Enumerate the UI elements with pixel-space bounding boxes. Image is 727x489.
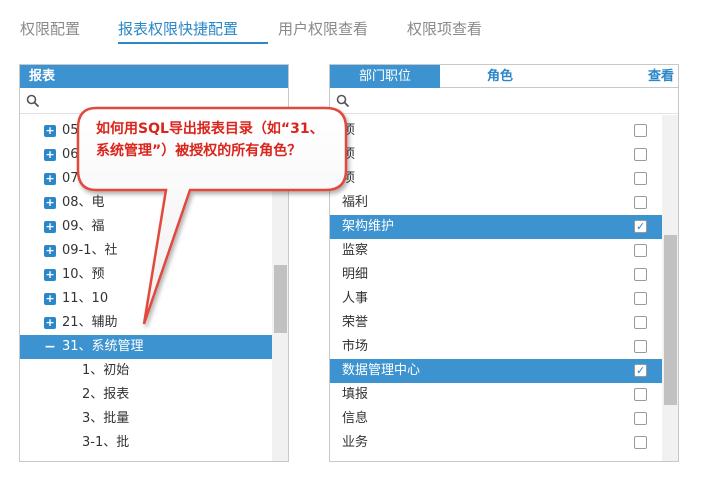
top-tab-bar: 权限配置 报表权限快捷配置 用户权限查看 权限项查看: [0, 0, 727, 48]
tab-report-quick-config[interactable]: 报表权限快捷配置: [118, 18, 238, 39]
expand-icon[interactable]: +: [44, 221, 56, 233]
role-search-input[interactable]: [356, 91, 656, 111]
role-checkbox[interactable]: [634, 340, 647, 353]
role-panel: 部门职位 角色 查看 项 项 项 福利 架构维护 ✓ 监察 明细 人事 荣誉 市…: [329, 64, 679, 462]
redaction-block: [370, 383, 530, 461]
expand-icon[interactable]: +: [44, 293, 56, 305]
expand-icon[interactable]: +: [44, 269, 56, 281]
expand-icon[interactable]: +: [44, 245, 56, 257]
scrollbar-thumb[interactable]: [664, 235, 677, 405]
role-checkbox[interactable]: [634, 268, 647, 281]
tab-user-permission-view[interactable]: 用户权限查看: [278, 18, 368, 39]
role-label: 数据管理中心: [342, 363, 421, 378]
search-icon: [26, 94, 40, 108]
redaction-block: [370, 115, 530, 211]
tab-role[interactable]: 角色: [440, 65, 560, 88]
tree-node-label: 3、批量: [82, 411, 130, 426]
expand-icon[interactable]: +: [44, 317, 56, 329]
role-label: 填报: [342, 387, 369, 402]
role-checkbox-checked[interactable]: [634, 215, 647, 239]
expand-icon[interactable]: +: [44, 149, 56, 161]
callout-text: 如何用SQL导出报表目录（如“31、系统管理”）被授权的所有角色？: [96, 121, 324, 159]
role-list-scrollbar[interactable]: [662, 115, 678, 461]
tree-node-label: 1、初始: [82, 363, 130, 378]
role-label: 信息: [342, 411, 369, 426]
tree-node-label: 2、报表: [82, 387, 130, 402]
role-checkbox[interactable]: [634, 172, 647, 185]
view-link[interactable]: 查看: [630, 65, 678, 88]
tab-dept-position[interactable]: 部门职位: [330, 65, 440, 88]
role-checkbox[interactable]: [634, 436, 647, 449]
role-checkbox[interactable]: [634, 148, 647, 161]
role-label: 业务: [342, 435, 369, 450]
tree-node-label: 3-1、批: [82, 435, 130, 450]
expand-icon[interactable]: +: [44, 197, 56, 209]
tab-permission-item-view[interactable]: 权限项查看: [407, 18, 482, 39]
expand-icon[interactable]: +: [44, 125, 56, 137]
role-list: 项 项 项 福利 架构维护 监察 明细 人事: [330, 115, 662, 461]
active-tab-underline: [118, 42, 268, 44]
redaction-block: [140, 359, 250, 459]
expand-icon[interactable]: +: [44, 173, 56, 185]
role-checkbox[interactable]: [634, 124, 647, 137]
role-panel-tabs: 部门职位 角色 查看: [330, 65, 678, 88]
role-checkbox[interactable]: [634, 412, 647, 425]
role-checkbox-checked[interactable]: [634, 359, 647, 383]
redaction-block: [370, 239, 460, 357]
role-checkbox[interactable]: [634, 292, 647, 305]
tab-permission-config[interactable]: 权限配置: [20, 18, 80, 39]
report-panel-header: 报表: [20, 65, 288, 88]
role-checkbox[interactable]: [634, 196, 647, 209]
role-checkbox[interactable]: [634, 316, 647, 329]
role-search-row: [330, 88, 678, 114]
role-checkbox[interactable]: [634, 244, 647, 257]
role-row-selected[interactable]: 数据管理中心: [330, 359, 662, 383]
collapse-icon[interactable]: −: [44, 340, 56, 354]
role-checkbox[interactable]: [634, 388, 647, 401]
role-row-selected[interactable]: 架构维护: [330, 215, 662, 239]
